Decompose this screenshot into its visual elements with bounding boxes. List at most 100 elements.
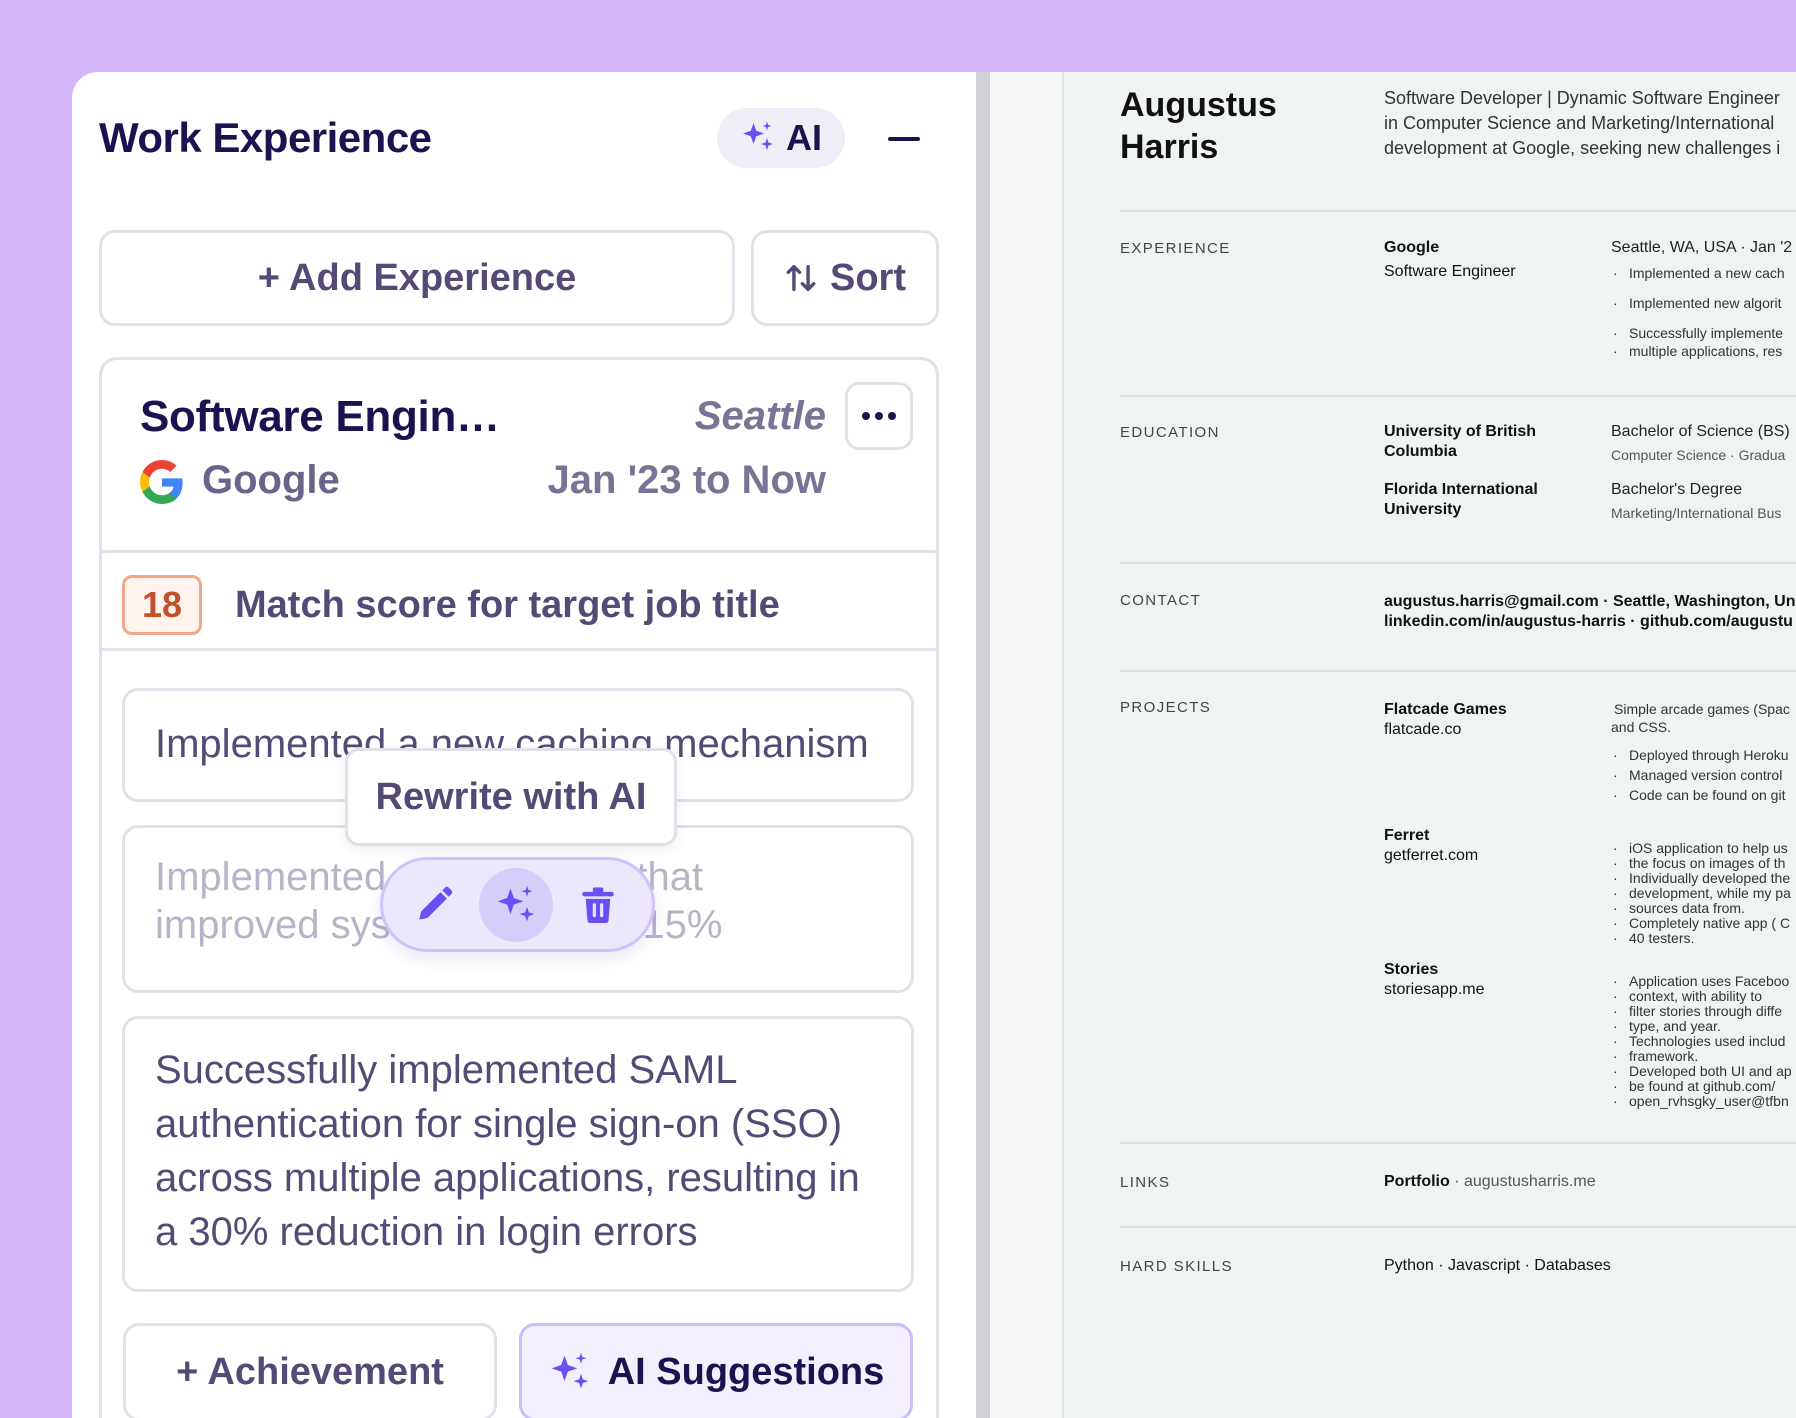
resume-project-bullet-continued: be found at github.com/ xyxy=(1611,1079,1775,1095)
resume-edu-school: University of British Columbia xyxy=(1384,422,1536,462)
project-name: Flatcade Games xyxy=(1384,701,1507,718)
bullet-continuation: multiple applications, res xyxy=(1629,343,1783,359)
contact-line: augustus.harris@gmail.com · Seattle, Was… xyxy=(1384,593,1796,610)
panel-resize-handle[interactable] xyxy=(976,72,990,1418)
edu-school-line: University of British xyxy=(1384,423,1537,440)
resume-project-bullet: Individually developed the xyxy=(1611,871,1790,887)
job-location: Seattle xyxy=(694,394,826,438)
resume-project-bullet-continued: type, and year. xyxy=(1611,1019,1721,1035)
edit-button[interactable] xyxy=(397,868,471,942)
resume-exp-role: Software Engineer xyxy=(1384,263,1516,280)
resume-exp-bullet: Successfully implemente xyxy=(1611,326,1783,342)
resume-last-name: Harris xyxy=(1120,128,1219,166)
section-label-contact: CONTACT xyxy=(1120,592,1202,609)
resume-project-bullet: iOS application to help us xyxy=(1611,841,1788,857)
summary-line: Software Developer | Dynamic Software En… xyxy=(1384,88,1780,108)
resume-project-bullet-continued: context, with ability to xyxy=(1611,988,1763,1005)
edu-school-line: University xyxy=(1384,501,1462,518)
section-label-experience: EXPERIENCE xyxy=(1120,240,1231,257)
add-experience-button[interactable]: + Add Experience xyxy=(99,230,735,326)
panel-title: Work Experience xyxy=(99,114,432,161)
resume-exp-company: Google xyxy=(1384,238,1439,258)
rewrite-ai-button[interactable] xyxy=(479,867,553,942)
resume-edu-school: Florida International University xyxy=(1384,480,1538,520)
sparkle-icon xyxy=(743,121,773,150)
resume-project-name: Flatcade Games xyxy=(1384,700,1507,720)
resume-name: Augustus Harris xyxy=(1120,84,1277,168)
rewrite-with-ai-tooltip: Rewrite with AI xyxy=(345,748,677,846)
section-label-projects: PROJECTS xyxy=(1120,699,1212,716)
bullet-continuation: open_rvhsgky_user@tfbn xyxy=(1629,1093,1789,1109)
more-dot-icon xyxy=(875,412,883,420)
resume-project-bullet-continued: the focus on images of th xyxy=(1611,855,1786,872)
resume-project-bullet: Code can be found on git xyxy=(1611,788,1785,804)
section-rule xyxy=(1120,670,1796,672)
resume-exp-bullet: Implemented new algorit xyxy=(1611,296,1782,312)
sparkle-icon xyxy=(497,885,535,921)
section-label-hard-skills: HARD SKILLS xyxy=(1120,1258,1233,1275)
add-achievement-button[interactable]: + Achievement xyxy=(123,1323,497,1418)
bullet-continuation: context, with ability to xyxy=(1629,988,1763,1004)
resume-project-bullet-continued: sources data from. xyxy=(1611,900,1745,917)
achievement-bullet[interactable]: Successfully implemented SAML authentica… xyxy=(122,1016,914,1292)
resume-project-bullet: Technologies used includ xyxy=(1611,1034,1785,1050)
resume-project-bullet: Application uses Faceboo xyxy=(1611,974,1789,990)
collapse-button[interactable] xyxy=(882,124,926,154)
company-name: Google xyxy=(202,458,340,502)
ai-button[interactable]: AI xyxy=(717,108,845,168)
resume-link[interactable]: Portfolio · augustusharris.me xyxy=(1384,1172,1596,1192)
more-dot-icon xyxy=(862,412,870,420)
divider xyxy=(102,648,936,651)
google-logo-icon xyxy=(140,460,183,504)
section-rule xyxy=(1120,1226,1796,1228)
resume-skills: Python · Javascript · Databases xyxy=(1384,1257,1611,1274)
resume-project-bullet-continued: framework. xyxy=(1611,1048,1699,1065)
resume-project-url: storiesapp.me xyxy=(1384,981,1485,998)
resume-project-url: getferret.com xyxy=(1384,847,1479,864)
exp-company: Google xyxy=(1384,239,1440,256)
more-options-button[interactable] xyxy=(845,382,913,450)
job-title[interactable]: Software Engin… xyxy=(140,392,500,442)
bullet-text-fragment: improved sys xyxy=(155,903,391,947)
work-experience-panel: Work Experience AI + Add Experience Sort… xyxy=(72,72,976,1418)
bullet-continuation: development, while my pa xyxy=(1629,885,1791,901)
bullet-text-fragment: Implemented xyxy=(155,855,387,899)
section-rule xyxy=(1120,562,1796,564)
resume-preview: Augustus Harris Software Developer | Dyn… xyxy=(1062,72,1796,1418)
bullet-continuation: framework. xyxy=(1629,1048,1699,1064)
summary-line: in Computer Science and Marketing/Intern… xyxy=(1384,113,1775,133)
resume-project-desc: and CSS. xyxy=(1611,719,1671,735)
section-rule xyxy=(1120,395,1796,397)
section-rule xyxy=(1120,210,1796,212)
resume-edu-degree: Bachelor's Degree xyxy=(1611,481,1743,498)
bullet-action-toolbar xyxy=(380,857,655,952)
project-name: Stories xyxy=(1384,961,1439,978)
resume-project-bullet-continued: development, while my pa xyxy=(1611,885,1791,902)
resume-project-name: Ferret xyxy=(1384,826,1429,846)
sort-arrows-icon xyxy=(786,264,816,292)
resume-project-bullet: Managed version control xyxy=(1611,768,1782,784)
sort-button[interactable]: Sort xyxy=(751,230,939,326)
delete-button[interactable] xyxy=(561,868,635,942)
resume-project-bullet-continued: filter stories through diffe xyxy=(1611,1003,1783,1020)
bullet-continuation: sources data from. xyxy=(1629,900,1745,916)
resume-edu-degree: Bachelor of Science (BS) xyxy=(1611,423,1790,440)
resume-project-name: Stories xyxy=(1384,960,1438,980)
summary-line: development at Google, seeking new chall… xyxy=(1384,138,1781,158)
resume-project-bullet: Developed both UI and ap xyxy=(1611,1064,1792,1080)
divider xyxy=(102,550,936,553)
resume-project-bullet: Deployed through Heroku xyxy=(1611,748,1789,764)
section-label-links: LINKS xyxy=(1120,1174,1171,1191)
ai-suggestions-button[interactable]: AI Suggestions xyxy=(519,1323,913,1418)
bullet-continuation: the focus on images of th xyxy=(1629,855,1786,871)
bullet-continuation: filter stories through diffe xyxy=(1629,1003,1783,1019)
preview-gutter xyxy=(990,72,1062,1418)
contact-line: linkedin.com/in/augustus-harris · github… xyxy=(1384,613,1793,630)
ai-button-label: AI xyxy=(786,117,822,158)
match-score-text: Match score for target job title xyxy=(235,584,780,626)
section-rule xyxy=(1120,1142,1796,1144)
resume-exp-bullet-continued: multiple applications, res xyxy=(1611,343,1783,360)
employment-dates: Jan '23 to Now xyxy=(547,458,826,502)
resume-first-name: Augustus xyxy=(1120,86,1277,124)
bullet-continuation: 40 testers. xyxy=(1629,930,1695,946)
